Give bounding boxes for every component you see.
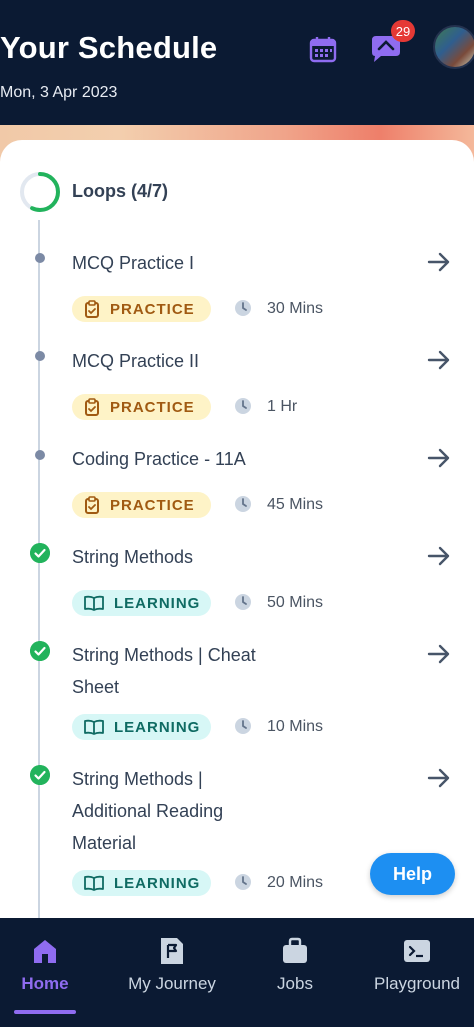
active-tab-indicator (14, 1010, 76, 1014)
tag-label: PRACTICE (110, 496, 195, 514)
duration-text: 50 Mins (267, 594, 324, 611)
schedule-date: Mon, 3 Apr 2023 (0, 84, 118, 101)
book-open-icon (84, 719, 104, 735)
nav-label-my-journey: My Journey (128, 974, 216, 993)
tag-label: LEARNING (114, 718, 201, 736)
check-circle-icon (30, 641, 50, 661)
tag-label: PRACTICE (110, 398, 195, 416)
page-title: Your Schedule (0, 30, 218, 65)
help-button[interactable]: Help (370, 853, 455, 895)
nav-item-jobs[interactable]: Jobs (250, 918, 340, 1027)
clock-icon (235, 300, 251, 316)
arrow-right-icon[interactable] (425, 444, 453, 472)
learning-tag: LEARNING (72, 870, 211, 896)
practice-tag: PRACTICE (72, 492, 211, 518)
nav-label-home: Home (21, 974, 69, 993)
practice-tag: PRACTICE (72, 394, 211, 420)
arrow-right-icon[interactable] (425, 542, 453, 570)
schedule-item-title[interactable]: String Methods | Additional Reading Mate… (72, 763, 262, 859)
clock-icon (235, 874, 251, 890)
clipboard-check-icon (85, 398, 99, 416)
schedule-item-title[interactable]: String Methods | Cheat Sheet (72, 639, 302, 703)
duration-text: 1 Hr (267, 398, 298, 415)
calendar-icon[interactable] (309, 35, 337, 63)
loops-progress-ring (20, 172, 60, 212)
header: Your Schedule Mon, 3 Apr 2023 29 (0, 0, 474, 125)
book-open-icon (84, 875, 104, 891)
terminal-icon (404, 940, 430, 962)
arrow-right-icon[interactable] (425, 640, 453, 668)
schedule-item-title[interactable]: String Methods (72, 541, 332, 573)
loops-label: Loops (4/7) (72, 181, 169, 201)
duration-text: 45 Mins (267, 496, 324, 513)
learning-tag: LEARNING (72, 714, 211, 740)
briefcase-icon (283, 937, 307, 963)
notification-badge: 29 (391, 20, 415, 42)
pending-dot-icon (35, 351, 45, 361)
schedule-item-title[interactable]: MCQ Practice II (72, 345, 332, 377)
nav-item-my-journey[interactable]: My Journey (112, 918, 232, 1027)
learning-tag: LEARNING (72, 590, 211, 616)
clock-icon (235, 594, 251, 610)
clipboard-check-icon (85, 496, 99, 514)
check-circle-icon (30, 543, 50, 563)
tag-label: LEARNING (114, 874, 201, 892)
schedule-item-title[interactable]: MCQ Practice I (72, 247, 332, 279)
tag-label: LEARNING (114, 594, 201, 612)
avatar[interactable] (433, 25, 474, 69)
pending-dot-icon (35, 253, 45, 263)
home-icon (34, 940, 56, 963)
nav-label-jobs: Jobs (277, 974, 313, 993)
timeline-line (38, 220, 40, 920)
clipboard-check-icon (85, 300, 99, 318)
duration-text: 10 Mins (267, 718, 324, 735)
clock-icon (235, 398, 251, 414)
check-circle-icon (30, 765, 50, 785)
arrow-right-icon[interactable] (425, 248, 453, 276)
nav-label-playground: Playground (373, 974, 460, 993)
duration-text: 20 Mins (267, 874, 324, 891)
book-open-icon (84, 595, 104, 611)
duration-text: 30 Mins (267, 300, 324, 317)
arrow-right-icon[interactable] (425, 764, 453, 792)
practice-tag: PRACTICE (72, 296, 211, 322)
clock-icon (235, 718, 251, 734)
arrow-right-icon[interactable] (425, 346, 453, 374)
nav-item-playground[interactable]: Playground (360, 918, 474, 1027)
pending-dot-icon (35, 450, 45, 460)
clock-icon (235, 496, 251, 512)
schedule-item-title[interactable]: Coding Practice - 11A (72, 443, 332, 475)
journey-icon (161, 938, 183, 964)
tag-label: PRACTICE (110, 300, 195, 318)
